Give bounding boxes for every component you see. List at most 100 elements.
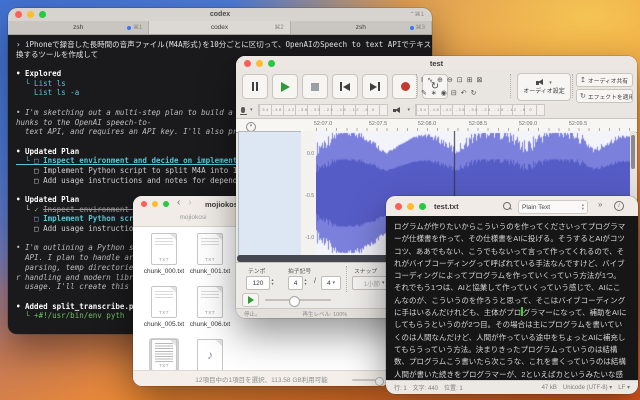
updown-chevrons-icon: ▴ ▾	[581, 202, 584, 211]
meter-toolbar: ▾ -54 -48 -42 -36 -30 -24 -18 -12 -6 0 ▾…	[236, 103, 637, 117]
activity-dot-icon	[126, 25, 131, 30]
close-icon[interactable]	[141, 201, 147, 207]
timesig-label: 拍子記号	[288, 269, 312, 275]
terminal-tab-zsh[interactable]: zsh ⌘1	[8, 21, 150, 34]
editor-titlebar[interactable]: test.txt Plain Text ▴ ▾ » i	[386, 196, 638, 217]
scrollbar-thumb[interactable]	[631, 135, 635, 169]
terminal-line: › iPhoneで録音した長時間の音声ファイル(M4A形式)を10分ごとに区切っ…	[16, 40, 432, 49]
editor-line: それでもう1つは、AIと協業して作っていくっていう感じで、AIにこ	[394, 283, 621, 293]
zoom-in-icon[interactable]: ⊕	[437, 76, 443, 84]
track-control-panel[interactable]	[238, 131, 303, 258]
silence-audio-icon[interactable]: ⊟	[451, 89, 457, 97]
traffic-lights	[395, 202, 426, 210]
record-button[interactable]	[392, 74, 418, 99]
undo-icon[interactable]: ↶	[461, 89, 467, 97]
close-icon[interactable]	[395, 202, 402, 210]
text-file-icon[interactable]: TXT	[149, 232, 179, 266]
minimize-icon[interactable]	[407, 202, 414, 210]
file-item[interactable]: TXT chunk_000.txt	[141, 232, 187, 285]
audacity-title: test	[429, 58, 444, 68]
skip-end-button[interactable]	[362, 74, 388, 99]
music-note-icon: ♪	[207, 348, 213, 362]
zoom-toggle-icon[interactable]: ⊠	[476, 76, 482, 84]
envelope-tool-icon[interactable]: ∿	[427, 76, 433, 84]
microphone-icon	[239, 107, 247, 115]
encoding-dropdown[interactable]: Unicode (UTF-8) ▾	[563, 384, 612, 391]
audacity-titlebar[interactable]: test	[236, 56, 637, 71]
redo-icon[interactable]: ↻	[471, 89, 477, 97]
timesig-upper-stepper[interactable]: ▴ ▾	[302, 276, 309, 288]
stop-button[interactable]	[302, 74, 328, 99]
file-item[interactable]: TXT chunk_001.txt	[187, 232, 233, 285]
tempo-value-field[interactable]: 120	[246, 276, 270, 290]
time-tick-label: 52:09.5	[568, 121, 588, 127]
share-audio-button[interactable]: ↥ オーディオ共有	[576, 73, 633, 87]
skip-start-button[interactable]	[332, 74, 358, 99]
timesig-upper-field[interactable]: 4	[288, 276, 303, 290]
syntax-dropdown[interactable]: Plain Text ▴ ▾	[518, 200, 588, 214]
editor-text-area[interactable]: ログラムが作りたいからこういうのを作ってくださいってプログラマ ーが仕様書を作って…	[386, 216, 638, 381]
play-at-speed-button[interactable]	[242, 293, 259, 307]
terminal-titlebar[interactable]: codex ⌃⌘1	[8, 8, 432, 21]
timesig-lower-dropdown[interactable]: 4 ▾	[321, 276, 341, 290]
zoom-icon[interactable]	[163, 201, 169, 207]
timeline-options-icon[interactable]: ▾	[246, 121, 256, 132]
back-chevron-icon[interactable]: ‹	[177, 197, 180, 208]
line-ending-dropdown[interactable]: LF ▾	[618, 384, 630, 391]
speaker-icon	[536, 79, 546, 86]
amplitude-tick-label: 0.0	[307, 151, 314, 157]
speed-slider[interactable]	[265, 295, 331, 307]
editor-line: ログラムが作りたいからこういうのを作ってくださいってプログラマ	[394, 222, 626, 231]
editor-line: 数、プログラムこう書いたら次こうな、これを書くっていうのは結構	[394, 357, 626, 367]
zoom-selection-icon[interactable]: ⊡	[457, 76, 463, 84]
icon-size-slider[interactable]	[352, 376, 384, 386]
slider-knob-icon[interactable]	[375, 376, 384, 386]
zoom-out-icon[interactable]: ⊖	[447, 76, 453, 84]
audio-setup-button[interactable]: ▾ オーディオ設定	[517, 73, 571, 101]
chevron-down-icon: ▾	[407, 107, 411, 113]
time-tick-label: 52:08.0	[417, 121, 437, 127]
editor-line: んなのが、こういうのを作ろうと思って、そこはバイブコーディング	[394, 295, 626, 305]
zoom-project-icon[interactable]: ⊞	[467, 76, 473, 84]
editor-line: れがバイブコーディングって呼ばれている手法なんですけど、バイブ	[394, 258, 625, 268]
audio-file-icon[interactable]: ♪	[195, 338, 225, 372]
info-icon[interactable]: i	[614, 201, 624, 211]
text-file-icon[interactable]: TXT	[149, 285, 179, 319]
finder-file-grid: TXT chunk_000.txt TXT chunk_001.txt TXT chunk…	[141, 232, 233, 386]
time-tick-label: 52:09.0	[518, 121, 538, 127]
text-file-icon[interactable]: TXT	[195, 232, 225, 266]
document-title: test.txt	[434, 201, 459, 211]
txt-badge: TXT	[159, 363, 169, 368]
selection-tool-icon[interactable]: Ⅰ	[421, 76, 423, 84]
pause-button[interactable]	[242, 74, 268, 99]
forward-chevron-icon[interactable]: ›	[188, 197, 191, 208]
file-size-status: 47 kB	[541, 384, 557, 391]
finder-status-bar: 12項目中の1項目を選択、113.58 GB利用可能	[133, 370, 390, 386]
apply-effects-button[interactable]: ↻ エフェクトを適用	[576, 89, 633, 103]
tempo-stepper[interactable]: ▴ ▾	[269, 276, 276, 288]
stop-icon	[311, 82, 319, 91]
terminal-tab-codex[interactable]: codex ⌘2	[149, 21, 291, 34]
terminal-tab-zsh[interactable]: zsh ⌘3	[290, 21, 432, 34]
multi-tool-icon[interactable]: ∗	[431, 89, 437, 97]
recording-meter[interactable]: -54 -48 -42 -36 -30 -24 -18 -12 -6 0	[257, 104, 388, 116]
minimize-icon[interactable]	[152, 201, 158, 207]
skip-start-icon	[343, 82, 351, 91]
time-tick-label: 52:07.5	[368, 121, 388, 127]
playback-meter[interactable]: -54 -48 -42 -36 -30 -24 -18 -12 -6 0	[415, 104, 546, 116]
draw-tool-icon[interactable]: ✎	[421, 89, 427, 97]
play-button[interactable]	[272, 74, 298, 99]
trim-audio-icon[interactable]: ◉	[441, 89, 447, 97]
text-file-icon[interactable]: TXT	[195, 285, 225, 319]
amplitude-tick-label: -1.0	[305, 235, 314, 241]
zoom-icon[interactable]	[419, 202, 426, 210]
share-icon: ↥	[580, 77, 586, 84]
time-tick-label: 52:07.0	[313, 121, 333, 127]
text-editor-window[interactable]: test.txt Plain Text ▴ ▾ » i ログラムが作りたいからこう…	[386, 196, 638, 394]
search-icon[interactable]	[503, 202, 511, 210]
text-file-icon[interactable]: TXT	[149, 338, 179, 372]
toolbar-overflow-icon[interactable]: »	[598, 200, 602, 209]
file-item[interactable]: TXT chunk_005.txt	[141, 285, 187, 338]
slider-knob-icon[interactable]	[289, 295, 300, 307]
file-item[interactable]: TXT chunk_006.txt	[187, 285, 233, 338]
